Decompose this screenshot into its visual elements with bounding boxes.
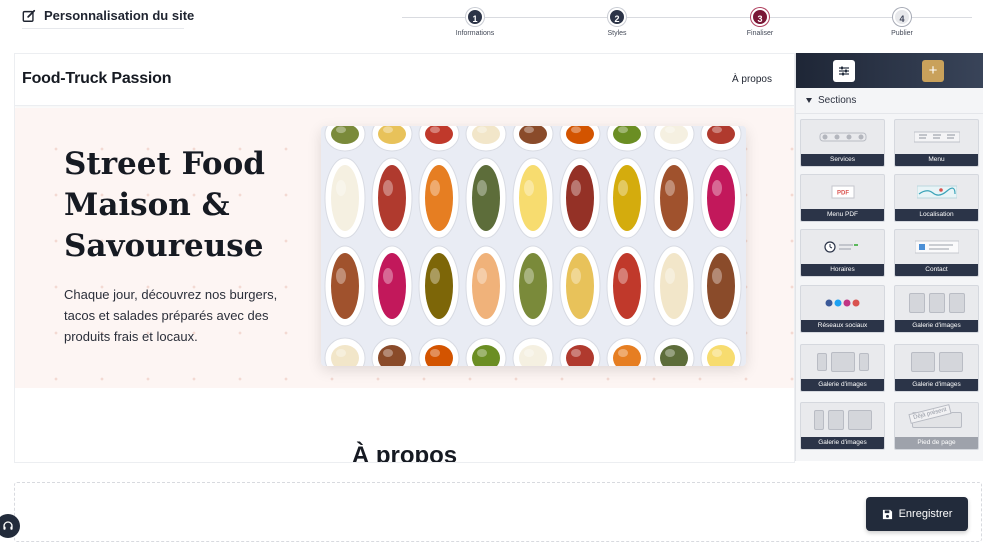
settings-button[interactable] bbox=[833, 60, 855, 82]
clock-thumb bbox=[801, 230, 884, 264]
editor-title: Personnalisation du site bbox=[44, 8, 195, 23]
card-label: Localisation bbox=[895, 209, 978, 221]
step-number: 2 bbox=[608, 8, 626, 26]
step-number: 1 bbox=[466, 8, 484, 26]
hero-image[interactable] bbox=[321, 126, 746, 366]
title-divider bbox=[22, 28, 184, 29]
card-label: Galerie d'images bbox=[801, 379, 884, 391]
social-thumb bbox=[801, 286, 884, 320]
panel-toolbar: + bbox=[796, 53, 983, 88]
save-button[interactable]: Enregistrer bbox=[866, 497, 968, 531]
section-card-services[interactable]: Services bbox=[800, 119, 885, 167]
gallery-thumb bbox=[895, 286, 978, 320]
sliders-icon bbox=[839, 66, 849, 76]
menu-thumb bbox=[895, 120, 978, 154]
save-label: Enregistrer bbox=[898, 508, 953, 520]
floppy-disk-icon bbox=[882, 509, 892, 519]
section-card-galerie-3[interactable]: Galerie d'images bbox=[894, 344, 979, 392]
svg-text:PDF: PDF bbox=[837, 191, 849, 197]
step-label: Informations bbox=[455, 30, 495, 37]
section-card-horaires[interactable]: Horaires bbox=[800, 229, 885, 277]
edit-icon bbox=[22, 9, 36, 22]
section-card-reseaux-sociaux[interactable]: Réseaux sociaux bbox=[800, 285, 885, 333]
nav-link-a-propos[interactable]: À propos bbox=[732, 74, 772, 85]
card-label: Contact bbox=[895, 264, 978, 276]
top-bar: Personnalisation du site 1 Informations … bbox=[0, 0, 1000, 44]
step-number: 4 bbox=[893, 8, 911, 26]
section-card-pied-de-page: Déjà présent Pied de page bbox=[894, 402, 979, 450]
hero-title[interactable]: Street Food Maison & Savoureuse bbox=[64, 144, 304, 267]
step-label: Styles bbox=[607, 30, 627, 37]
card-label: Réseaux sociaux bbox=[801, 320, 884, 332]
step-label: Finaliser bbox=[746, 30, 774, 37]
contact-thumb bbox=[895, 230, 978, 264]
card-label: Menu PDF bbox=[801, 209, 884, 221]
progress-stepper: 1 Informations 2 Styles 3 Finaliser 4 Pu… bbox=[402, 8, 972, 44]
headset-icon bbox=[3, 521, 13, 530]
section-card-menu-pdf[interactable]: PDF Menu PDF bbox=[800, 174, 885, 222]
card-label: Pied de page bbox=[895, 437, 978, 449]
section-card-menu[interactable]: Menu bbox=[894, 119, 979, 167]
step-styles[interactable]: 2 Styles bbox=[577, 8, 657, 37]
section-card-galerie-4[interactable]: Galerie d'images bbox=[800, 402, 885, 450]
card-label: Horaires bbox=[801, 264, 884, 276]
step-finaliser[interactable]: 3 Finaliser bbox=[720, 8, 800, 37]
caret-down-icon bbox=[806, 98, 812, 103]
card-label: Galerie d'images bbox=[895, 320, 978, 332]
step-publier[interactable]: 4 Publier bbox=[862, 8, 942, 37]
card-label: Galerie d'images bbox=[895, 379, 978, 391]
drop-zone[interactable] bbox=[14, 482, 982, 542]
section-title-a-propos[interactable]: À propos bbox=[15, 442, 794, 462]
services-thumb bbox=[801, 120, 884, 154]
gallery-thumb bbox=[895, 345, 978, 379]
site-preview[interactable]: Food-Truck Passion À propos Street Food … bbox=[14, 53, 795, 463]
site-header[interactable]: Food-Truck Passion À propos bbox=[15, 54, 794, 106]
site-brand[interactable]: Food-Truck Passion bbox=[22, 70, 172, 88]
card-label: Services bbox=[801, 154, 884, 166]
step-number: 3 bbox=[751, 8, 769, 26]
gallery-thumb bbox=[801, 403, 884, 437]
add-section-button[interactable]: + bbox=[922, 60, 944, 82]
card-label: Galerie d'images bbox=[801, 437, 884, 449]
sections-toggle[interactable]: Sections bbox=[796, 88, 983, 114]
food-image bbox=[321, 126, 746, 366]
map-thumb bbox=[895, 175, 978, 209]
card-label: Menu bbox=[895, 154, 978, 166]
section-card-galerie-2[interactable]: Galerie d'images bbox=[800, 344, 885, 392]
step-label: Publier bbox=[891, 30, 913, 37]
hero-text[interactable]: Chaque jour, découvrez nos burgers, taco… bbox=[64, 284, 294, 347]
pdf-thumb: PDF bbox=[801, 175, 884, 209]
sections-label: Sections bbox=[818, 95, 857, 106]
editor-title-area: Personnalisation du site bbox=[22, 8, 194, 23]
gallery-thumb bbox=[801, 345, 884, 379]
step-informations[interactable]: 1 Informations bbox=[435, 8, 515, 37]
section-card-contact[interactable]: Contact bbox=[894, 229, 979, 277]
section-card-localisation[interactable]: Localisation bbox=[894, 174, 979, 222]
sections-panel: + Sections Services Menu PDF Menu PDF Lo… bbox=[795, 53, 983, 461]
section-card-galerie-1[interactable]: Galerie d'images bbox=[894, 285, 979, 333]
plus-icon: + bbox=[928, 62, 938, 79]
hero-section[interactable]: Street Food Maison & Savoureuse Chaque j… bbox=[15, 108, 794, 388]
